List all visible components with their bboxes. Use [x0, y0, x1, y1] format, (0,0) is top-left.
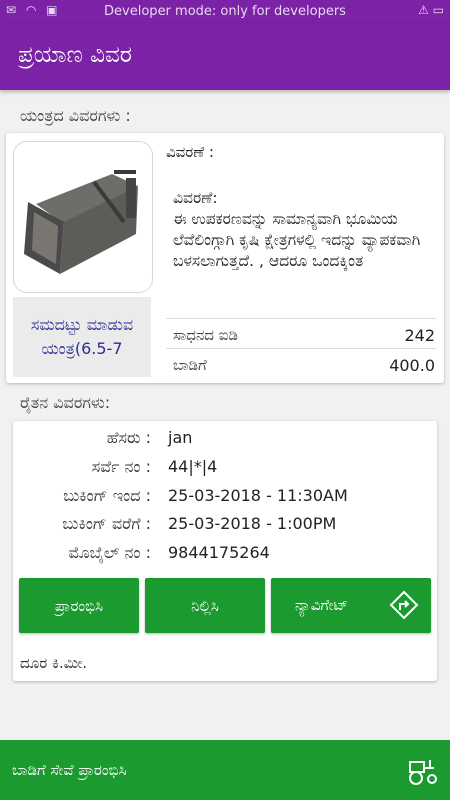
- app-bar: ಪ್ರಯಾಣ ವಿವರ: [0, 24, 450, 90]
- farmer-row-booking-to: ಬುಕಿಂಗ್ ವರೆಗೆ : 25-03-2018 - 1:00PM: [14, 514, 434, 538]
- divider: [166, 318, 436, 319]
- tractor-icon: [409, 760, 437, 785]
- booking-from-value: 25-03-2018 - 11:30AM: [168, 486, 348, 505]
- equipment-id-label: ಸಾಧನದ ಐಡಿ: [173, 326, 238, 344]
- survey-label: ಸರ್ವೆ ನಂ :: [91, 457, 151, 476]
- page-title: ಪ್ರಯಾಣ ವಿವರ: [18, 42, 132, 68]
- description-label: ವಿವರಣೆ :: [166, 143, 214, 161]
- farmer-row-name: ಹೆಸರು : jan: [14, 428, 434, 452]
- booking-to-value: 25-03-2018 - 1:00PM: [168, 514, 337, 533]
- description-text: ವಿವರಣೆ: ಈ ಉಪಕರಣವನ್ನು ಸಾಮಾನ್ಯವಾಗಿ ಭೂಮಿಯ ಲ…: [173, 189, 421, 270]
- mobile-value: 9844175264: [168, 543, 270, 562]
- stop-button[interactable]: ನಿಲ್ಲಿಸಿ: [145, 578, 265, 633]
- survey-value: 44|*|4: [168, 457, 218, 476]
- booking-to-label: ಬುಕಿಂಗ್ ವರೆಗೆ :: [62, 514, 151, 533]
- machine-image: [13, 141, 153, 293]
- distance-label: ದೂರ ಕಿ.ಮೀ.: [20, 654, 88, 672]
- start-rental-service-bar[interactable]: ಬಾಡಿಗೆ ಸೇವೆ ಪ್ರಾರಂಭಿಸಿ: [0, 740, 450, 800]
- divider: [166, 348, 436, 349]
- farmer-row-mobile: ಮೊಬೈಲ್ ನಂ : 9844175264: [14, 543, 434, 567]
- farmer-row-booking-from: ಬುಕಿಂಗ್ ಇಂದ : 25-03-2018 - 11:30AM: [14, 486, 434, 510]
- machine-section-heading: ಯಂತ್ರದ ವಿವರಗಳು :: [20, 106, 131, 125]
- start-button[interactable]: ಪ್ರಾರಂಭಿಸಿ: [19, 578, 139, 633]
- rent-label: ಬಾಡಿಗೆ: [173, 356, 207, 374]
- status-bar: ✉ ◠ ▣ Developer mode: only for developer…: [0, 0, 450, 24]
- farmer-row-survey: ಸರ್ವೆ ನಂ : 44|*|4: [14, 457, 434, 481]
- machine-name: ಸಮದಟ್ಟು ಮಾಡುವ ಯಂತ್ರ(6.5-7: [13, 297, 151, 377]
- farmer-section-heading: ರೈತನ ವಿವರಗಳು:: [20, 393, 111, 412]
- mobile-label: ಮೊಬೈಲ್ ನಂ :: [68, 543, 151, 562]
- name-label: ಹೆಸರು :: [106, 428, 151, 447]
- status-center-text: Developer mode: only for developers: [104, 4, 346, 19]
- start-rental-service-label: ಬಾಡಿಗೆ ಸೇವೆ ಪ್ರಾರಂಭಿಸಿ: [12, 761, 127, 779]
- equipment-id-value: 242: [404, 326, 435, 345]
- directions-icon: [389, 590, 419, 620]
- name-value: jan: [168, 428, 193, 447]
- rent-value: 400.0: [389, 356, 435, 375]
- status-right-icons: ⚠ ▭: [418, 3, 444, 17]
- navigate-label: ನ್ಯಾವಿಗೇಟ್: [295, 596, 349, 614]
- navigate-button[interactable]: ನ್ಯಾವಿಗೇಟ್: [271, 578, 431, 633]
- booking-from-label: ಬುಕಿಂಗ್ ಇಂದ :: [63, 486, 151, 505]
- land-leveler-illustration: [24, 170, 138, 274]
